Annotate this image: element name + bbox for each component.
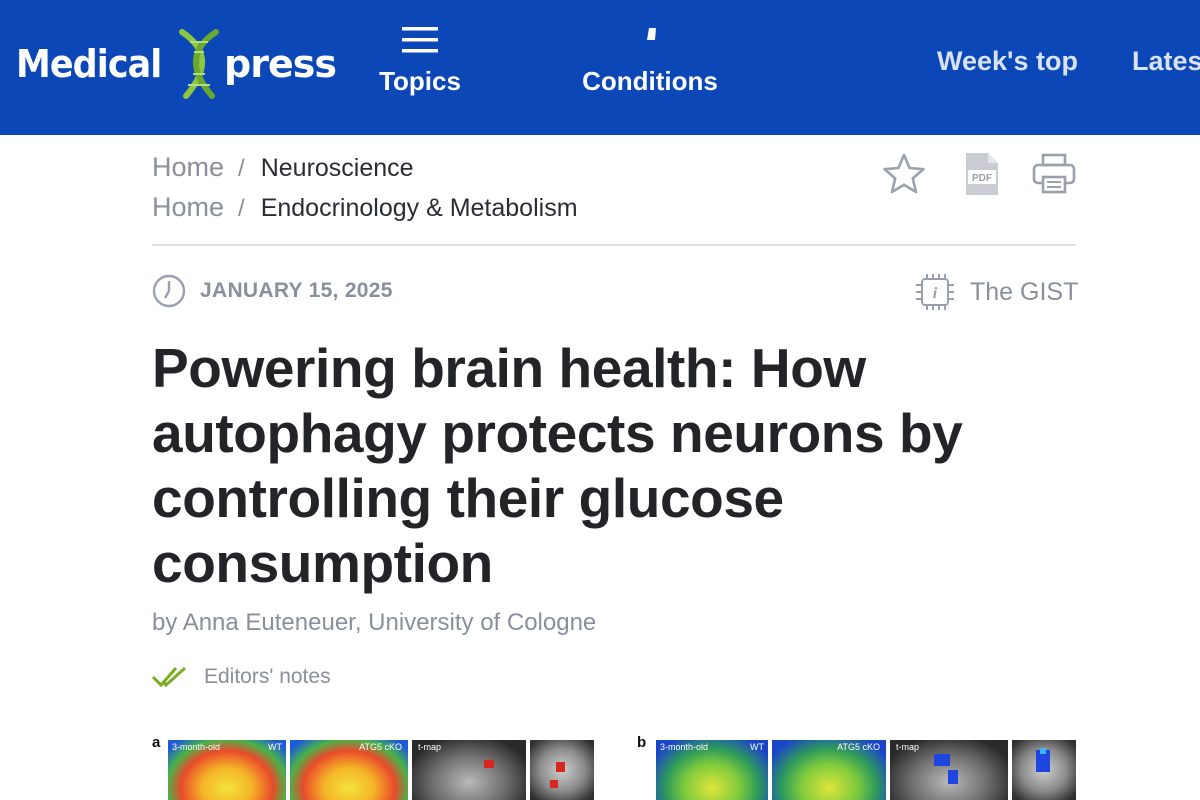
- figure-label: 3-month-old: [660, 742, 709, 752]
- nav-weeks-top[interactable]: Week's top: [937, 46, 1078, 77]
- pet-scan-image: 3-month-old WT: [656, 740, 768, 800]
- breadcrumb: Home / Neuroscience Home / Endocrinology…: [152, 152, 578, 232]
- scan-highlight: [550, 780, 558, 788]
- print-icon[interactable]: [1030, 150, 1078, 198]
- pet-scan-image: 3-month-old WT: [168, 740, 286, 800]
- figure-label: ATG5 cKO: [837, 742, 880, 752]
- hamburger-menu-icon: [402, 27, 438, 53]
- scan-highlight: [556, 762, 565, 772]
- scan-highlight: [484, 760, 494, 768]
- figure-label: t-map: [896, 742, 920, 752]
- nav-conditions[interactable]: Conditions: [580, 20, 720, 97]
- the-gist-label: The GIST: [970, 277, 1079, 306]
- star-icon[interactable]: [880, 150, 928, 198]
- article-title: Powering brain health: How autophagy pro…: [152, 337, 963, 594]
- info-chip-icon: i: [916, 274, 954, 310]
- figure-label: WT: [750, 742, 764, 752]
- the-gist-button[interactable]: i The GIST: [916, 274, 1078, 310]
- double-check-icon: [152, 666, 187, 688]
- article-date: JANUARY 15, 2025: [152, 274, 393, 308]
- scan-highlight: [1040, 748, 1046, 754]
- mri-scan-image: t-map: [890, 740, 1008, 800]
- figure-label: ATG5 cKO: [359, 742, 402, 752]
- nav-latest[interactable]: Lates: [1132, 46, 1200, 77]
- breadcrumb-category-endocrinology[interactable]: Endocrinology & Metabolism: [261, 194, 578, 223]
- breadcrumb-home-link[interactable]: Home: [152, 152, 224, 183]
- figure-panel-letter-a: a: [152, 734, 161, 751]
- date-text: JANUARY 15, 2025: [200, 279, 393, 302]
- dna-helix-icon: [179, 29, 220, 99]
- mri-scan-image: t-map: [412, 740, 526, 800]
- mri-scan-image: [1012, 740, 1076, 800]
- pdf-icon: PDF: [966, 153, 998, 195]
- scan-highlight: [948, 770, 958, 784]
- article-figure[interactable]: a 3-month-old WT ATG5 cKO t-map b 3-mont…: [150, 734, 1080, 800]
- clock-icon: [152, 274, 186, 308]
- pdf-button[interactable]: PDF: [958, 150, 1006, 198]
- editors-notes-label: Editors' notes: [204, 665, 331, 688]
- breadcrumb-separator: /: [238, 195, 245, 222]
- mri-scan-image: [530, 740, 594, 800]
- breadcrumb-home-link[interactable]: Home: [152, 192, 224, 223]
- nav-conditions-label: Conditions: [582, 66, 718, 96]
- top-navigation-bar: Medical press Topics Conditions Week's t…: [0, 0, 1200, 135]
- conditions-icon: [647, 28, 656, 40]
- breadcrumb-category-neuroscience[interactable]: Neuroscience: [261, 154, 414, 183]
- figure-label: t-map: [418, 742, 442, 752]
- logo-word-medical: Medical: [16, 42, 162, 86]
- site-logo[interactable]: Medical press: [16, 28, 337, 100]
- nav-topics-label: Topics: [379, 66, 461, 96]
- figure-label: WT: [268, 742, 282, 752]
- nav-topics[interactable]: Topics: [372, 20, 468, 97]
- breadcrumb-row: Home / Neuroscience: [152, 152, 578, 192]
- breadcrumb-separator: /: [238, 155, 245, 182]
- header-divider: [152, 244, 1076, 246]
- scan-highlight: [934, 754, 950, 766]
- editors-notes-link[interactable]: Editors' notes: [152, 664, 331, 690]
- svg-text:i: i: [933, 285, 938, 302]
- figure-panel-letter-b: b: [637, 734, 647, 751]
- breadcrumb-row: Home / Endocrinology & Metabolism: [152, 192, 578, 232]
- article-tools: PDF: [880, 150, 1080, 200]
- article-byline: by Anna Euteneuer, University of Cologne: [152, 609, 597, 636]
- logo-word-press: press: [224, 42, 337, 86]
- figure-label: 3-month-old: [172, 742, 221, 752]
- pdf-icon-text: PDF: [972, 173, 992, 184]
- pet-scan-image: ATG5 cKO: [772, 740, 886, 800]
- pet-scan-image: ATG5 cKO: [290, 740, 408, 800]
